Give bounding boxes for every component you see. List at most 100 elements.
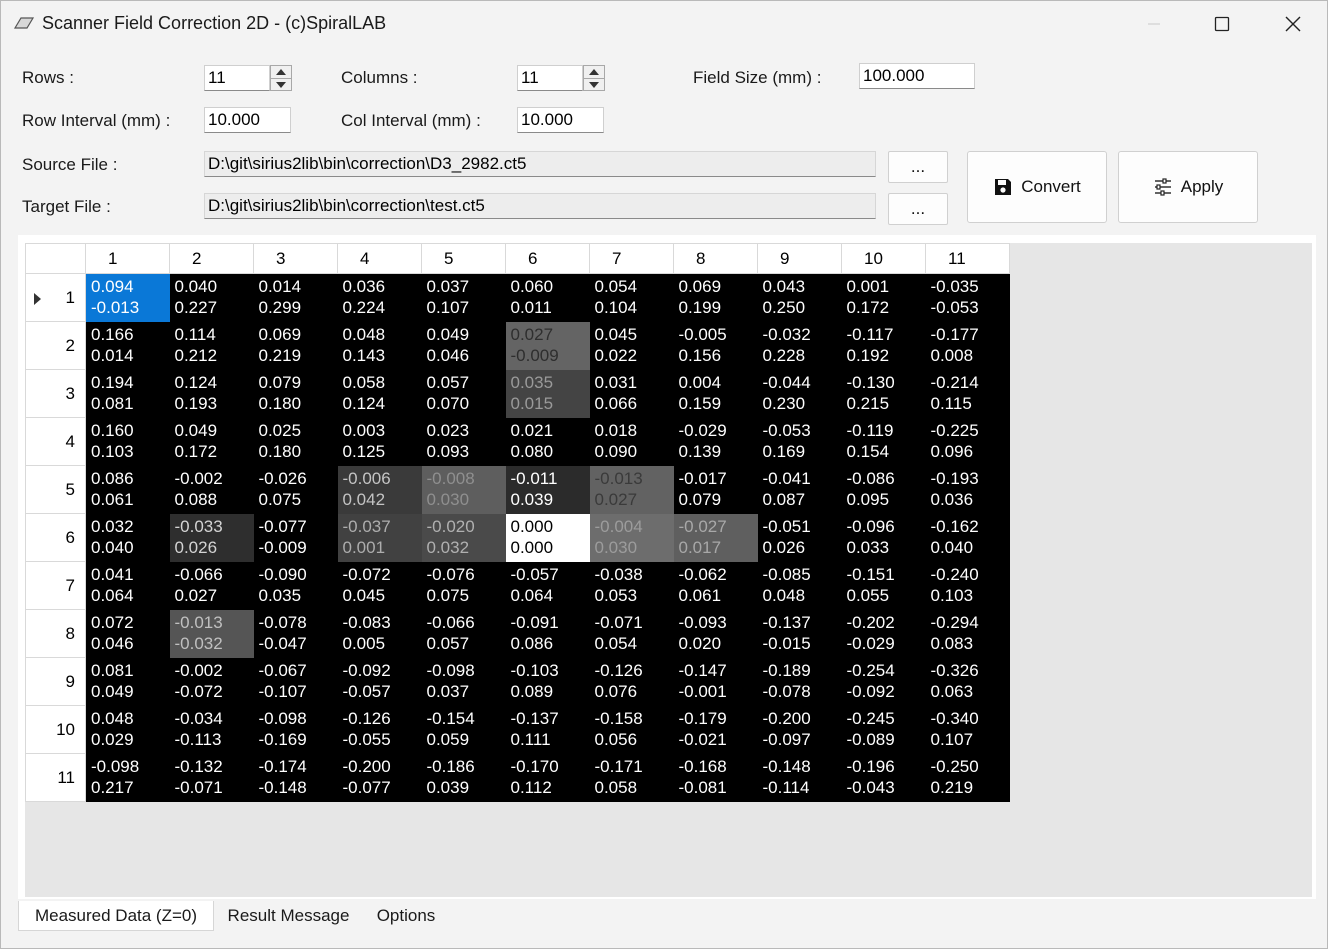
row-header[interactable]: 5 <box>25 465 86 514</box>
rows-up-button[interactable] <box>271 66 291 78</box>
grid-cell[interactable]: 0.043 0.250 <box>757 273 842 322</box>
grid-cell[interactable]: -0.158 0.056 <box>589 705 674 754</box>
grid-cell[interactable]: 0.069 0.219 <box>253 321 338 370</box>
grid-cell[interactable]: -0.062 0.061 <box>673 561 758 610</box>
grid-cell[interactable]: -0.027 0.017 <box>673 513 758 562</box>
grid-cell[interactable]: -0.092 -0.057 <box>337 657 422 706</box>
grid-cell[interactable]: 0.025 0.180 <box>253 417 338 466</box>
grid-cell[interactable]: -0.006 0.042 <box>337 465 422 514</box>
grid-cell[interactable]: -0.177 0.008 <box>925 321 1010 370</box>
grid-row[interactable]: 4 0.160 0.103 0.049 0.172 0.025 0.180 0.003 0.12… <box>25 417 1010 466</box>
grid-cell[interactable]: -0.017 0.079 <box>673 465 758 514</box>
grid-cell[interactable]: -0.179 -0.021 <box>673 705 758 754</box>
grid-cell[interactable]: -0.137 -0.015 <box>757 609 842 658</box>
grid-cell[interactable]: 0.027 -0.009 <box>505 321 590 370</box>
tab-measured-data[interactable]: Measured Data (Z=0) <box>18 901 214 931</box>
grid-cell[interactable]: -0.085 0.048 <box>757 561 842 610</box>
grid-cell[interactable]: 0.032 0.040 <box>85 513 170 562</box>
grid-cell[interactable]: -0.202 -0.029 <box>841 609 926 658</box>
row-header[interactable]: 1 <box>25 273 86 322</box>
column-header[interactable]: 4 <box>337 243 422 274</box>
grid-row[interactable]: 7 0.041 0.064 -0.066 0.027 -0.090 0.035 -0.072 0… <box>25 561 1010 610</box>
columns-stepper[interactable] <box>583 65 605 91</box>
grid-cell[interactable]: -0.147 -0.001 <box>673 657 758 706</box>
grid-row[interactable]: 3 0.194 0.081 0.124 0.193 0.079 0.180 0.058 0.12… <box>25 369 1010 418</box>
grid-cell[interactable]: 0.049 0.172 <box>169 417 254 466</box>
grid-cell[interactable]: -0.162 0.040 <box>925 513 1010 562</box>
grid-cell[interactable]: -0.029 0.139 <box>673 417 758 466</box>
grid-cell[interactable]: 0.124 0.193 <box>169 369 254 418</box>
grid-cell[interactable]: 0.041 0.064 <box>85 561 170 610</box>
field-size-input[interactable]: 100.000 <box>859 63 975 89</box>
grid-cell[interactable]: -0.170 0.112 <box>505 753 590 802</box>
grid-cell[interactable]: -0.151 0.055 <box>841 561 926 610</box>
grid-cell[interactable]: -0.326 0.063 <box>925 657 1010 706</box>
grid-cell[interactable]: -0.126 -0.055 <box>337 705 422 754</box>
grid-cell[interactable]: 0.194 0.081 <box>85 369 170 418</box>
column-header[interactable]: 2 <box>169 243 254 274</box>
grid-cell[interactable]: -0.126 0.076 <box>589 657 674 706</box>
grid-cell[interactable]: -0.053 0.169 <box>757 417 842 466</box>
grid-cell[interactable]: 0.040 0.227 <box>169 273 254 322</box>
grid-cell[interactable]: -0.090 0.035 <box>253 561 338 610</box>
grid-cell[interactable]: -0.002 -0.072 <box>169 657 254 706</box>
grid-cell[interactable]: -0.294 0.083 <box>925 609 1010 658</box>
grid-row[interactable]: 11 -0.098 0.217 -0.132 -0.071 -0.174 -0.148 -0.… <box>25 753 1010 802</box>
grid-cell[interactable]: -0.008 0.030 <box>421 465 506 514</box>
grid-cell[interactable]: -0.130 0.215 <box>841 369 926 418</box>
grid-cell[interactable]: -0.154 0.059 <box>421 705 506 754</box>
grid-cell[interactable]: 0.036 0.224 <box>337 273 422 322</box>
grid-cell[interactable]: 0.057 0.070 <box>421 369 506 418</box>
grid-cell[interactable]: 0.086 0.061 <box>85 465 170 514</box>
grid-cell[interactable]: 0.060 0.011 <box>505 273 590 322</box>
column-header[interactable]: 9 <box>757 243 842 274</box>
grid-cell[interactable]: 0.048 0.029 <box>85 705 170 754</box>
row-header[interactable]: 6 <box>25 513 86 562</box>
row-header[interactable]: 2 <box>25 321 86 370</box>
grid-cell[interactable]: -0.119 0.154 <box>841 417 926 466</box>
grid-cell[interactable]: -0.066 0.027 <box>169 561 254 610</box>
grid-cell[interactable]: -0.214 0.115 <box>925 369 1010 418</box>
grid-cell[interactable]: 0.069 0.199 <box>673 273 758 322</box>
grid-cell[interactable]: -0.004 0.030 <box>589 513 674 562</box>
grid-cell[interactable]: 0.037 0.107 <box>421 273 506 322</box>
source-browse-button[interactable]: ... <box>888 151 948 183</box>
row-header[interactable]: 7 <box>25 561 86 610</box>
grid-cell[interactable]: 0.081 0.049 <box>85 657 170 706</box>
grid-cell[interactable]: 0.000 0.000 <box>505 513 590 562</box>
grid-cell[interactable]: -0.076 0.075 <box>421 561 506 610</box>
grid-cell[interactable]: 0.072 0.046 <box>85 609 170 658</box>
grid-cell[interactable]: -0.077 -0.009 <box>253 513 338 562</box>
grid-cell[interactable]: -0.098 -0.169 <box>253 705 338 754</box>
row-header[interactable]: 8 <box>25 609 86 658</box>
grid-cell[interactable]: 0.003 0.125 <box>337 417 422 466</box>
columns-input[interactable]: 11 <box>517 65 583 91</box>
grid-cell[interactable]: 0.114 0.212 <box>169 321 254 370</box>
grid-cell[interactable]: -0.245 -0.089 <box>841 705 926 754</box>
grid-cell[interactable]: 0.049 0.046 <box>421 321 506 370</box>
row-header[interactable]: 9 <box>25 657 86 706</box>
row-interval-input[interactable]: 10.000 <box>204 107 291 133</box>
grid-cell[interactable]: -0.098 0.037 <box>421 657 506 706</box>
grid-cell[interactable]: -0.168 -0.081 <box>673 753 758 802</box>
grid-cell[interactable]: -0.250 0.219 <box>925 753 1010 802</box>
grid-cell[interactable]: -0.041 0.087 <box>757 465 842 514</box>
grid-cell[interactable]: 0.079 0.180 <box>253 369 338 418</box>
columns-down-button[interactable] <box>584 78 604 91</box>
grid-cell[interactable]: -0.072 0.045 <box>337 561 422 610</box>
convert-button[interactable]: Convert <box>967 151 1107 223</box>
apply-button[interactable]: Apply <box>1118 151 1258 223</box>
column-header[interactable]: 3 <box>253 243 338 274</box>
grid-row[interactable]: 1 0.094 -0.013 0.040 0.227 0.014 0.299 0.036 0.2… <box>25 273 1010 322</box>
grid-cell[interactable]: -0.186 0.039 <box>421 753 506 802</box>
grid-cell[interactable]: -0.083 0.005 <box>337 609 422 658</box>
grid-row[interactable]: 9 0.081 0.049 -0.002 -0.072 -0.067 -0.107 -0.09… <box>25 657 1010 706</box>
grid-cell[interactable]: -0.071 0.054 <box>589 609 674 658</box>
grid-row[interactable]: 10 0.048 0.029 -0.034 -0.113 -0.098 -0.169 -0.1… <box>25 705 1010 754</box>
grid-cell[interactable]: -0.032 0.228 <box>757 321 842 370</box>
grid-cell[interactable]: -0.038 0.053 <box>589 561 674 610</box>
grid-cell[interactable]: -0.200 -0.077 <box>337 753 422 802</box>
grid-cell[interactable]: -0.117 0.192 <box>841 321 926 370</box>
grid-cell[interactable]: -0.034 -0.113 <box>169 705 254 754</box>
grid-cell[interactable]: -0.096 0.033 <box>841 513 926 562</box>
